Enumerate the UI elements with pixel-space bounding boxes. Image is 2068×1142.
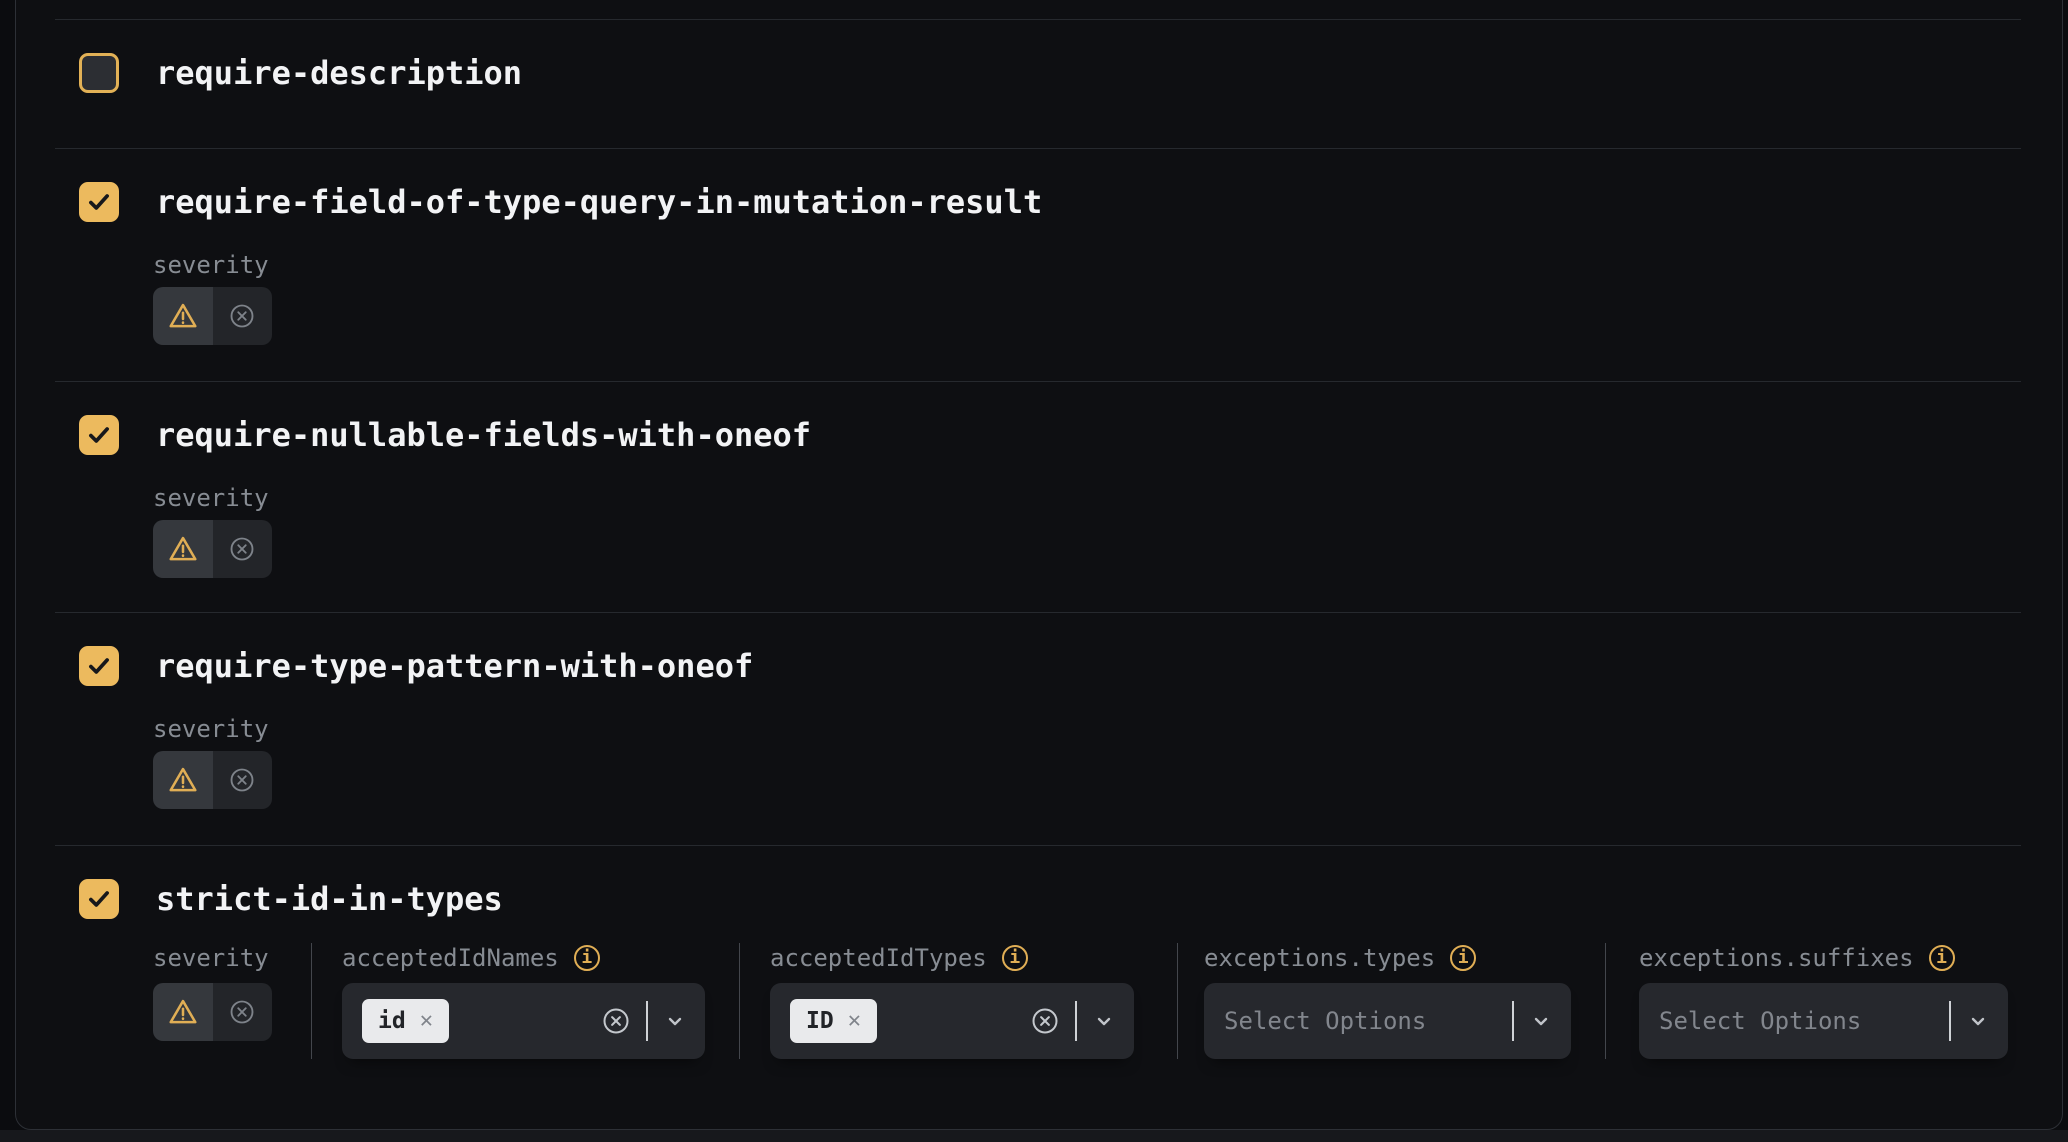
rule-row-strict-id-in-types: strict-id-in-types severity: [55, 845, 2021, 1130]
rule-title: strict-id-in-types: [156, 879, 503, 919]
chevron-down-icon[interactable]: [1966, 1009, 1990, 1033]
rule-row-require-nullable-fields: require-nullable-fields-with-oneof sever…: [55, 381, 2021, 612]
circle-x-icon: [601, 1006, 631, 1036]
severity-off-button[interactable]: [213, 751, 273, 809]
select-divider: [1512, 1001, 1514, 1041]
accepted-id-names-select[interactable]: id ✕: [342, 983, 705, 1059]
remove-tag-icon[interactable]: ✕: [848, 1010, 861, 1032]
rules-settings-page: require-description require-field-of-typ…: [0, 0, 2068, 1142]
exceptions-types-select[interactable]: Select Options: [1204, 983, 1571, 1059]
severity-off-button[interactable]: [213, 287, 273, 345]
circle-x-icon: [228, 535, 256, 563]
warning-triangle-icon: [166, 764, 200, 796]
rule-title: require-field-of-type-query-in-mutation-…: [156, 182, 1042, 222]
rule-title: require-type-pattern-with-oneof: [156, 646, 753, 686]
circle-x-icon: [228, 998, 256, 1026]
info-icon[interactable]: i: [1450, 945, 1476, 971]
info-icon[interactable]: i: [574, 945, 600, 971]
option-label: acceptedIdTypes: [770, 943, 987, 973]
option-column-exceptions-suffixes: exceptions.suffixes i Select Options: [1605, 943, 2046, 1059]
severity-label: severity: [153, 250, 2021, 280]
accepted-id-types-select[interactable]: ID ✕: [770, 983, 1134, 1059]
warning-triangle-icon: [166, 996, 200, 1028]
chevron-down-icon[interactable]: [1092, 1009, 1116, 1033]
lint-rules-panel: require-description require-field-of-typ…: [15, 0, 2063, 1130]
circle-x-icon: [228, 302, 256, 330]
option-column-severity: severity: [153, 943, 311, 1059]
clear-selection-button[interactable]: [601, 1006, 631, 1036]
selected-value-tag: ID ✕: [790, 999, 877, 1043]
severity-control: [153, 520, 272, 578]
clear-selection-button[interactable]: [1030, 1006, 1060, 1036]
tag-label: ID: [806, 1010, 834, 1033]
severity-off-button[interactable]: [213, 983, 273, 1041]
option-label: exceptions.types: [1204, 943, 1435, 973]
rule-checkbox-checked[interactable]: [79, 415, 119, 455]
warning-triangle-icon: [166, 533, 200, 565]
circle-x-icon: [1030, 1006, 1060, 1036]
severity-warn-button[interactable]: [153, 983, 213, 1041]
rule-title: require-nullable-fields-with-oneof: [156, 415, 811, 455]
option-label: exceptions.suffixes: [1639, 943, 1914, 973]
select-divider: [1075, 1001, 1077, 1041]
option-column-accepted-id-types: acceptedIdTypes i ID ✕: [739, 943, 1177, 1059]
severity-label: severity: [153, 714, 2021, 744]
select-divider: [646, 1001, 648, 1041]
option-column-exceptions-types: exceptions.types i Select Options: [1177, 943, 1605, 1059]
severity-label: severity: [153, 943, 269, 973]
select-placeholder: Select Options: [1659, 1007, 1934, 1035]
chevron-down-icon[interactable]: [1529, 1009, 1553, 1033]
tag-label: id: [378, 1010, 406, 1033]
rule-checkbox-checked[interactable]: [79, 182, 119, 222]
remove-tag-icon[interactable]: ✕: [420, 1010, 433, 1032]
rule-checkbox-unchecked[interactable]: [79, 53, 119, 93]
severity-warn-button[interactable]: [153, 751, 213, 809]
option-label: acceptedIdNames: [342, 943, 559, 973]
chevron-down-icon[interactable]: [663, 1009, 687, 1033]
severity-control: [153, 983, 272, 1041]
page-background-strip: [0, 1130, 2068, 1142]
severity-warn-button[interactable]: [153, 287, 213, 345]
option-column-accepted-id-names: acceptedIdNames i id ✕: [311, 943, 739, 1059]
rule-checkbox-checked[interactable]: [79, 879, 119, 919]
severity-off-button[interactable]: [213, 520, 273, 578]
severity-warn-button[interactable]: [153, 520, 213, 578]
circle-x-icon: [228, 766, 256, 794]
warning-triangle-icon: [166, 300, 200, 332]
rule-options-row: severity acceptedIdNames: [55, 943, 2021, 1059]
rule-row-require-field-of-type-query: require-field-of-type-query-in-mutation-…: [55, 148, 2021, 381]
info-icon[interactable]: i: [1929, 945, 1955, 971]
select-divider: [1949, 1001, 1951, 1041]
rule-title: require-description: [156, 53, 522, 93]
severity-label: severity: [153, 483, 2021, 513]
exceptions-suffixes-select[interactable]: Select Options: [1639, 983, 2008, 1059]
rule-checkbox-checked[interactable]: [79, 646, 119, 686]
severity-control: [153, 287, 272, 345]
selected-value-tag: id ✕: [362, 999, 449, 1043]
severity-control: [153, 751, 272, 809]
select-placeholder: Select Options: [1224, 1007, 1497, 1035]
rule-row-require-type-pattern: require-type-pattern-with-oneof severity: [55, 612, 2021, 845]
rule-row-require-description: require-description: [55, 19, 2021, 148]
info-icon[interactable]: i: [1002, 945, 1028, 971]
